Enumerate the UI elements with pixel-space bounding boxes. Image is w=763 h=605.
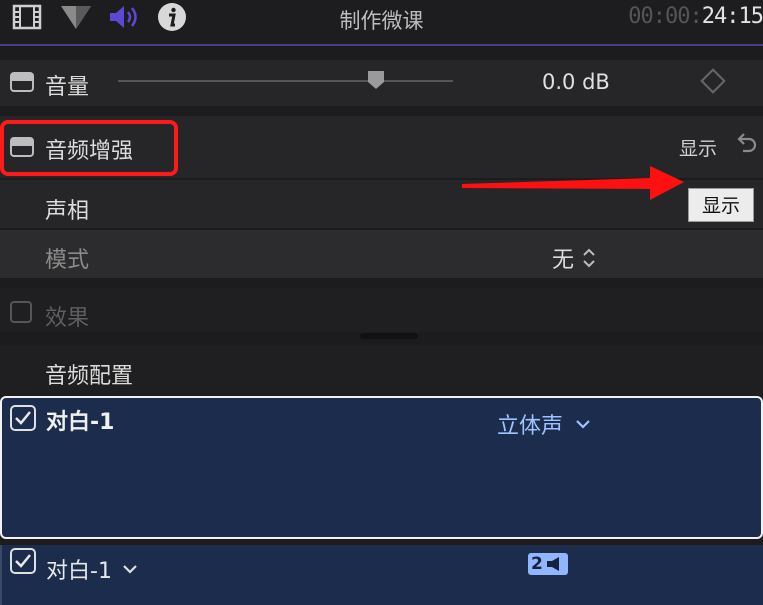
effects-checkbox[interactable] [10,301,32,323]
channel-select[interactable]: 立体声 [497,408,591,440]
chevron-down-icon [123,565,137,574]
show-button[interactable]: 显示 [679,134,717,161]
subrole-name: 对白-1 [46,559,112,584]
volume-value[interactable]: 0.0 dB [542,70,610,94]
highlight-box [0,120,178,176]
show-tooltip: 显示 [688,188,754,222]
reset-icon[interactable] [734,131,758,161]
subrole-select[interactable]: 对白-1 [46,553,138,585]
pan-mode-row [0,230,763,278]
role-name: 对白-1 [46,410,115,435]
volume-collapse-icon[interactable] [10,72,34,92]
timecode: 00:00:24:15 [628,4,763,29]
volume-slider-track[interactable] [118,80,453,82]
subrole-checkbox[interactable] [10,548,36,574]
pan-mode-value: 无 [552,248,575,273]
updown-chevron-icon [583,248,595,268]
channel-count-badge: 2 [528,553,568,575]
speaker-badge-icon [546,557,559,571]
toolbar-divider [0,44,763,46]
effects-row [0,288,763,332]
volume-label: 音量 [45,75,90,100]
volume-slider-knob[interactable] [366,70,386,90]
chevron-down-icon [576,420,590,429]
divider-handle[interactable] [360,333,418,339]
pan-mode-label: 模式 [45,248,90,273]
checkmark-icon [15,411,31,425]
red-arrow-annotation [460,162,685,208]
pan-mode-select[interactable]: 无 [552,242,596,274]
checkmark-icon [15,554,31,568]
channel-count: 2 [531,554,543,574]
timecode-prefix: 00:00: [628,4,702,29]
effects-label: 效果 [45,306,90,331]
audio-config-label: 音频配置 [45,364,134,389]
channel-value: 立体声 [497,414,564,439]
pan-label: 声相 [45,199,90,224]
role-checkbox[interactable] [10,405,36,431]
timecode-value: 24:15 [701,4,763,29]
